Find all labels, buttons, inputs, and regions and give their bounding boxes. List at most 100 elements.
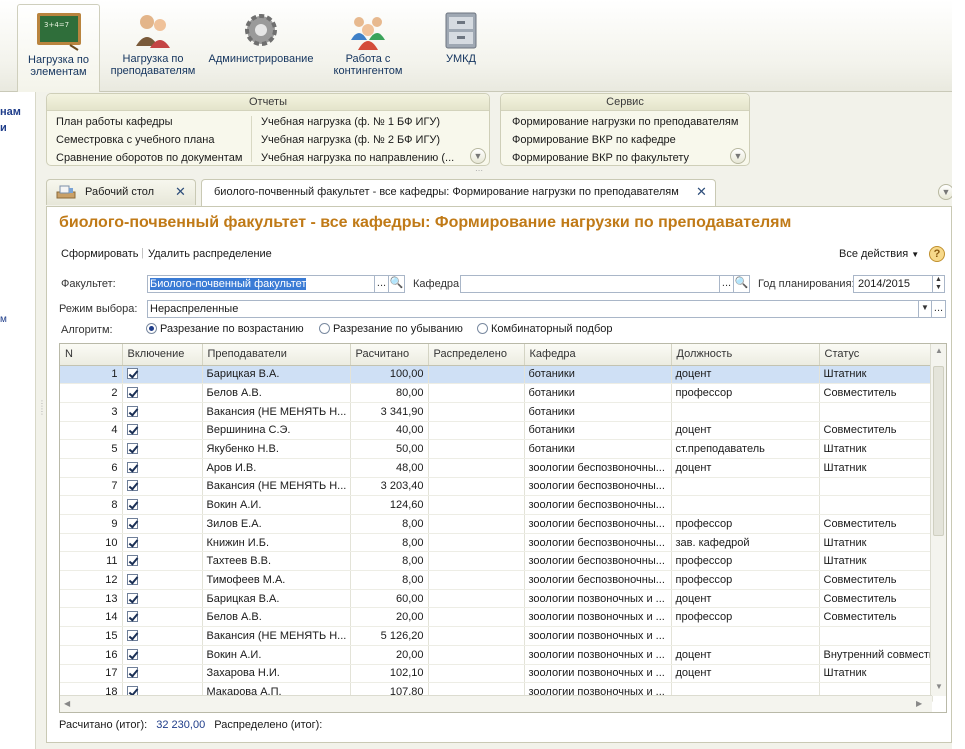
cell-include [122, 439, 203, 459]
vertical-scrollbar[interactable]: ▲ ▼ [930, 344, 946, 696]
include-checkbox[interactable] [126, 611, 138, 623]
scrollbar-thumb[interactable] [933, 366, 944, 536]
close-icon[interactable]: ✕ [696, 180, 707, 204]
selection-mode-field[interactable]: Нераспреленные [147, 300, 919, 318]
chevron-down-icon[interactable]: ▼ [919, 300, 932, 318]
planning-year-field[interactable]: 2014/2015 [853, 275, 933, 293]
toolbar-load-by-elements[interactable]: 3+4=7 Нагрузка по элементам [17, 4, 100, 92]
scroll-down-icon[interactable]: ▼ [935, 682, 943, 691]
column-header-distributed[interactable]: Распределено [428, 344, 525, 366]
scroll-left-icon[interactable]: ◀ [64, 699, 70, 708]
toolbar-umkd[interactable]: УМКД [421, 4, 501, 88]
table-row[interactable]: 12 Тимофеев М.А. 8,00 зоологии беспозвоночн… [60, 570, 933, 590]
toolbar-load-by-teachers[interactable]: Нагрузка по преподавателям [103, 4, 203, 88]
cell-teacher: Зилов Е.А. [202, 514, 351, 534]
report-link[interactable]: Семестровка с учебного плана [56, 134, 215, 146]
department-select-button[interactable]: ... [720, 275, 734, 293]
splitter-handle[interactable]: ⋮ ⋮ [38, 400, 46, 416]
service-link[interactable]: Формирование ВКР по факультету [512, 152, 689, 164]
generate-button[interactable]: Сформировать [61, 248, 139, 260]
include-checkbox[interactable] [126, 648, 138, 660]
report-link[interactable]: Сравнение оборотов по документам [56, 152, 242, 164]
table-row[interactable]: 10 Книжин И.Б. 8,00 зоологии беспозвоночны.… [60, 533, 933, 553]
include-checkbox[interactable] [126, 499, 138, 511]
table-row[interactable]: 9 Зилов Е.А. 8,00 зоологии беспозвоночны...… [60, 514, 933, 534]
toolbar-item-label: элементам [30, 66, 87, 78]
splitter-handle[interactable]: ⋯ [475, 166, 483, 175]
chevron-down-icon[interactable]: ▼ [470, 148, 486, 164]
table-row[interactable]: 6 Аров И.В. 48,00 зоологии беспозвоночны...… [60, 458, 933, 478]
table-row[interactable]: 1 Барицкая В.А. 100,00 ботаники доцент Штатни… [60, 365, 933, 385]
include-checkbox[interactable] [126, 368, 138, 380]
include-checkbox[interactable] [126, 461, 138, 473]
include-checkbox[interactable] [126, 443, 138, 455]
column-header-status[interactable]: Статус [819, 344, 933, 366]
tab-load-formation[interactable]: биолого-почвенный факультет - все кафедр… [201, 179, 716, 207]
service-link[interactable]: Формирование нагрузки по преподавателям [512, 116, 738, 128]
include-checkbox[interactable] [126, 405, 138, 417]
column-header-teachers[interactable]: Преподаватели [202, 344, 351, 366]
column-header-department[interactable]: Кафедра [524, 344, 672, 366]
table-row[interactable]: 8 Вокин А.И. 124,60 зоологии беспозвоночны.… [60, 495, 933, 515]
selection-mode-select-button[interactable]: ... [932, 300, 946, 318]
include-checkbox[interactable] [126, 667, 138, 679]
close-icon[interactable]: ✕ [175, 180, 186, 204]
radio-combinatorial[interactable]: Комбинаторный подбор [477, 323, 612, 335]
include-checkbox[interactable] [126, 424, 138, 436]
table-row[interactable]: 3 Вакансия (НЕ МЕНЯТЬ Н... 3 341,90 ботаник… [60, 402, 933, 422]
table-row[interactable]: 4 Вершинина С.Э. 40,00 ботаники доцент Совмес… [60, 421, 933, 441]
column-header-position[interactable]: Должность [671, 344, 820, 366]
search-icon[interactable]: 🔍 [389, 275, 405, 293]
report-link[interactable]: Учебная нагрузка по направлению (... [261, 152, 454, 164]
table-row[interactable]: 7 Вакансия (НЕ МЕНЯТЬ Н... 3 203,40 зоологи… [60, 477, 933, 497]
search-icon[interactable]: 🔍 [734, 275, 750, 293]
year-stepper[interactable]: ▲ ▼ [933, 275, 945, 293]
table-row[interactable]: 15 Вакансия (НЕ МЕНЯТЬ Н... 5 126,20 зоолог… [60, 626, 933, 646]
table-row[interactable]: 13 Барицкая В.А. 60,00 зоологии позвоночных… [60, 589, 933, 609]
include-checkbox[interactable] [126, 480, 138, 492]
left-nav-fragment[interactable]: и [0, 122, 7, 134]
all-actions-menu[interactable]: Все действия ▼ [839, 248, 919, 260]
include-checkbox[interactable] [126, 517, 138, 529]
radio-descending[interactable]: Разрезание по убыванию [319, 323, 463, 335]
help-icon[interactable]: ? [929, 246, 945, 262]
include-checkbox[interactable] [126, 555, 138, 567]
report-link[interactable]: План работы кафедры [56, 116, 173, 128]
left-nav-fragment[interactable]: нам [0, 106, 21, 118]
table-row[interactable]: 16 Вокин А.И. 20,00 зоологии позвоночных и … [60, 645, 933, 665]
scroll-right-icon[interactable]: ▶ [916, 699, 922, 708]
tab-desktop[interactable]: Рабочий стол ✕ [46, 179, 196, 205]
include-checkbox[interactable] [126, 573, 138, 585]
scroll-up-icon[interactable]: ▲ [935, 346, 943, 355]
table-row[interactable]: 11 Тахтеев В.В. 8,00 зоологии беспозвоночны… [60, 551, 933, 572]
toolbar-contingent[interactable]: Работа с контингентом [320, 4, 416, 88]
table-row[interactable]: 5 Якубенко Н.В. 50,00 ботаники ст.преподават… [60, 439, 933, 459]
radio-ascending[interactable]: Разрезание по возрастанию [146, 323, 304, 335]
cell-status: Штатник [819, 551, 933, 572]
cell-distributed [428, 607, 525, 628]
radio-label: Разрезание по возрастанию [160, 323, 304, 335]
table-row[interactable]: 2 Белов А.В. 80,00 ботаники профессор Совмест… [60, 383, 933, 403]
delete-distribution-button[interactable]: Удалить распределение [148, 248, 272, 260]
report-link[interactable]: Учебная нагрузка (ф. № 1 БФ ИГУ) [261, 116, 440, 128]
report-link[interactable]: Учебная нагрузка (ф. № 2 БФ ИГУ) [261, 134, 440, 146]
service-link[interactable]: Формирование ВКР по кафедре [512, 134, 676, 146]
load-formation-form: биолого-почвенный факультет - все кафедр… [46, 206, 952, 743]
column-header-calculated[interactable]: Расчитано [350, 344, 429, 366]
table-row[interactable]: 17 Захарова Н.И. 102,10 зоологии позвоночны… [60, 664, 933, 684]
chevron-down-icon[interactable]: ▼ [730, 148, 746, 164]
left-nav-fragment[interactable]: м [0, 314, 7, 325]
include-checkbox[interactable] [126, 387, 138, 399]
include-checkbox[interactable] [126, 592, 138, 604]
horizontal-scrollbar[interactable]: ◀ ▶ [60, 695, 932, 712]
table-row[interactable]: 14 Белов А.В. 20,00 зоологии позвоночных и … [60, 607, 933, 628]
faculty-field[interactable]: Биолого-почвенный факультет [147, 275, 375, 293]
include-checkbox[interactable] [126, 629, 138, 641]
toolbar-administration[interactable]: Администрирование [206, 4, 316, 88]
table-header-row: N Включение Преподаватели Расчитано Расп… [60, 344, 933, 366]
column-header-n[interactable]: N [60, 344, 123, 366]
include-checkbox[interactable] [126, 536, 138, 548]
column-header-include[interactable]: Включение [122, 344, 203, 366]
faculty-select-button[interactable]: ... [375, 275, 389, 293]
department-field[interactable] [460, 275, 720, 293]
